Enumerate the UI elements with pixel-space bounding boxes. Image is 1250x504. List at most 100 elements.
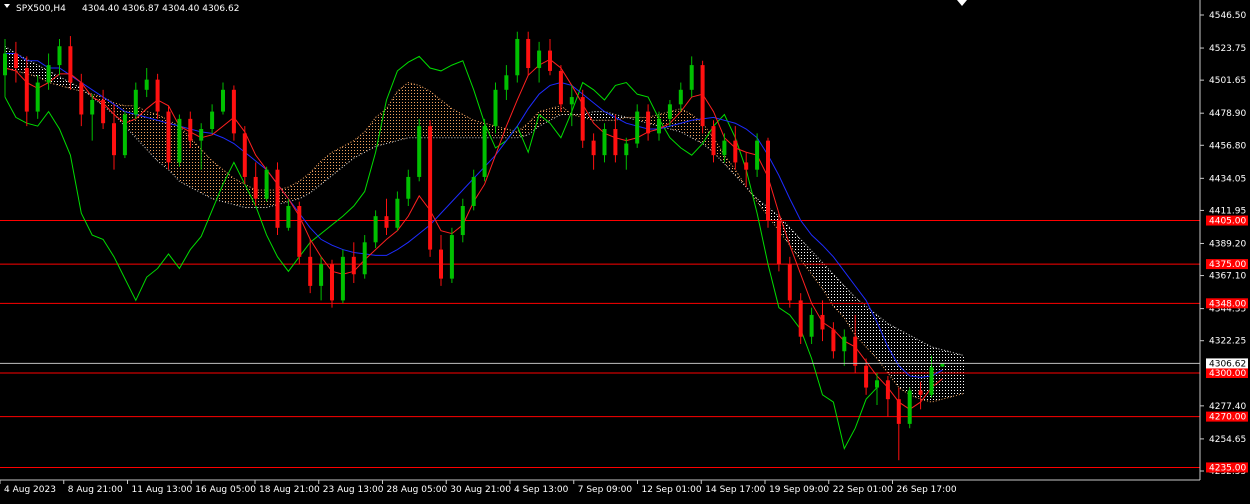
candle-body — [3, 53, 7, 76]
candle-body — [580, 97, 585, 141]
candle-body — [286, 205, 291, 228]
y-tick-label: 4523.75 — [1209, 44, 1246, 54]
candle-body — [428, 126, 433, 250]
candle-body — [13, 53, 18, 69]
x-tick-label: 22 Sep 01:00 — [833, 485, 893, 495]
candle-body — [907, 390, 912, 424]
x-tick-label: 16 Aug 05:00 — [195, 485, 256, 495]
level-label: 4235.00 — [1209, 463, 1246, 473]
candle-body — [449, 235, 454, 279]
level-label: 4348.00 — [1209, 299, 1246, 309]
y-tick-label: 4322.25 — [1209, 337, 1246, 347]
symbol-label: SPX500,H4 — [16, 4, 66, 14]
x-tick-label: 11 Aug 13:00 — [132, 485, 193, 495]
candle-body — [733, 140, 738, 163]
price-chart[interactable]: 4546.50 4523.75 4501.65 4478.90 4456.80 4434.… — [0, 0, 1250, 500]
candle-body — [90, 99, 95, 115]
candle-body — [133, 89, 138, 115]
candle-body — [330, 264, 334, 301]
y-tick-label: 4501.65 — [1209, 76, 1246, 86]
candle-body — [264, 169, 269, 199]
candle-body — [155, 79, 160, 112]
candle-body — [340, 256, 345, 301]
candle-body — [144, 79, 149, 90]
candle-body — [417, 126, 422, 177]
y-tick-label: 4434.05 — [1209, 174, 1246, 184]
candle-body — [711, 126, 716, 156]
candle-body — [319, 264, 324, 286]
x-tick-label: 19 Sep 09:00 — [769, 485, 829, 495]
candle-body — [809, 314, 814, 337]
candle-body — [188, 118, 193, 141]
candle-body — [918, 390, 923, 395]
candle-body — [362, 242, 367, 275]
candle-body — [24, 68, 29, 112]
cloud-segment — [898, 329, 910, 395]
candle-body — [199, 129, 204, 141]
candle-body — [471, 176, 476, 206]
candle-body — [122, 114, 127, 156]
candle-body — [439, 249, 443, 279]
candle-body — [558, 70, 563, 105]
candle-body — [297, 205, 302, 257]
level-label: 4270.00 — [1209, 413, 1246, 423]
candle-body — [112, 123, 116, 156]
candle-body — [929, 367, 934, 395]
ohlc-label: 4304.40 4306.87 4304.40 4306.62 — [82, 4, 239, 14]
candle-body — [722, 140, 727, 156]
y-tick-label: 4456.80 — [1209, 141, 1246, 151]
y-tick-label: 4367.10 — [1209, 272, 1246, 282]
y-tick-label: 4277.40 — [1209, 402, 1246, 412]
y-tick-label: 4411.95 — [1209, 206, 1246, 216]
cloud-segment — [942, 349, 954, 400]
candle-body — [842, 336, 847, 352]
candle-body — [101, 99, 106, 124]
x-tick-label: 4 Sep 13:00 — [514, 485, 569, 495]
candle-body — [613, 129, 618, 156]
candle-body — [776, 220, 781, 265]
chart-window: 4546.50 4523.75 4501.65 4478.90 4456.80 4434.… — [0, 0, 1250, 500]
candle-body — [591, 140, 596, 156]
candle-body — [820, 314, 825, 330]
candle-body — [755, 140, 760, 170]
x-tick-label: 23 Aug 13:00 — [323, 485, 384, 495]
candle-body — [569, 97, 574, 105]
candle-body — [657, 118, 661, 134]
candle-body — [624, 143, 629, 156]
candle-body — [896, 399, 901, 424]
cloud-segment — [397, 82, 409, 141]
candle-body — [700, 65, 705, 127]
cloud-segment — [909, 335, 921, 400]
cloud-segment — [953, 352, 965, 397]
y-tick-label: 4254.65 — [1209, 435, 1246, 445]
candle-body — [689, 65, 694, 90]
candle-body — [482, 126, 487, 177]
candle-body — [787, 264, 792, 301]
candle-body — [667, 104, 672, 119]
x-tick-label: 18 Aug 21:00 — [259, 485, 320, 495]
candle-body — [515, 38, 520, 76]
level-label: 4375.00 — [1209, 260, 1246, 270]
candle-body — [275, 169, 280, 228]
candle-body — [875, 380, 879, 388]
x-tick-label: 28 Aug 05:00 — [387, 485, 448, 495]
candle-body — [166, 111, 171, 163]
x-tick-label: 30 Aug 21:00 — [450, 485, 511, 495]
candle-body — [548, 50, 552, 71]
candle-body — [646, 111, 651, 134]
candle-body — [210, 111, 215, 130]
current-price-label: 4306.62 — [1209, 359, 1246, 369]
candle-body — [602, 129, 607, 156]
candle-body — [351, 256, 356, 275]
y-tick-label: 4389.20 — [1209, 239, 1246, 249]
candle-body — [853, 336, 858, 366]
x-tick-label: 4 Aug 2023 — [4, 485, 56, 495]
candle-body — [373, 216, 378, 243]
candle-body — [504, 75, 509, 90]
level-label: 4405.00 — [1209, 217, 1246, 227]
candle-body — [308, 256, 313, 286]
y-tick-label: 4478.90 — [1209, 109, 1246, 119]
candle-body — [221, 89, 225, 112]
candle-body — [231, 89, 236, 134]
candle-body — [493, 89, 498, 127]
